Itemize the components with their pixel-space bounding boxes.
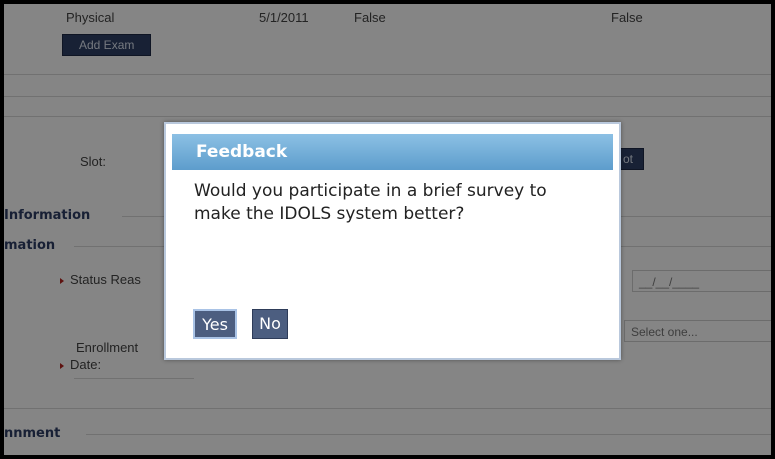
dialog-message: Would you participate in a brief survey …	[194, 181, 547, 224]
feedback-dialog: Feedback Would you participate in a brie…	[164, 122, 621, 360]
yes-button[interactable]: Yes	[193, 309, 237, 339]
dialog-title: Feedback	[172, 134, 613, 170]
no-button[interactable]: No	[252, 309, 288, 339]
browser-viewport: Physical 5/1/2011 False False Add Exam S…	[4, 4, 771, 455]
